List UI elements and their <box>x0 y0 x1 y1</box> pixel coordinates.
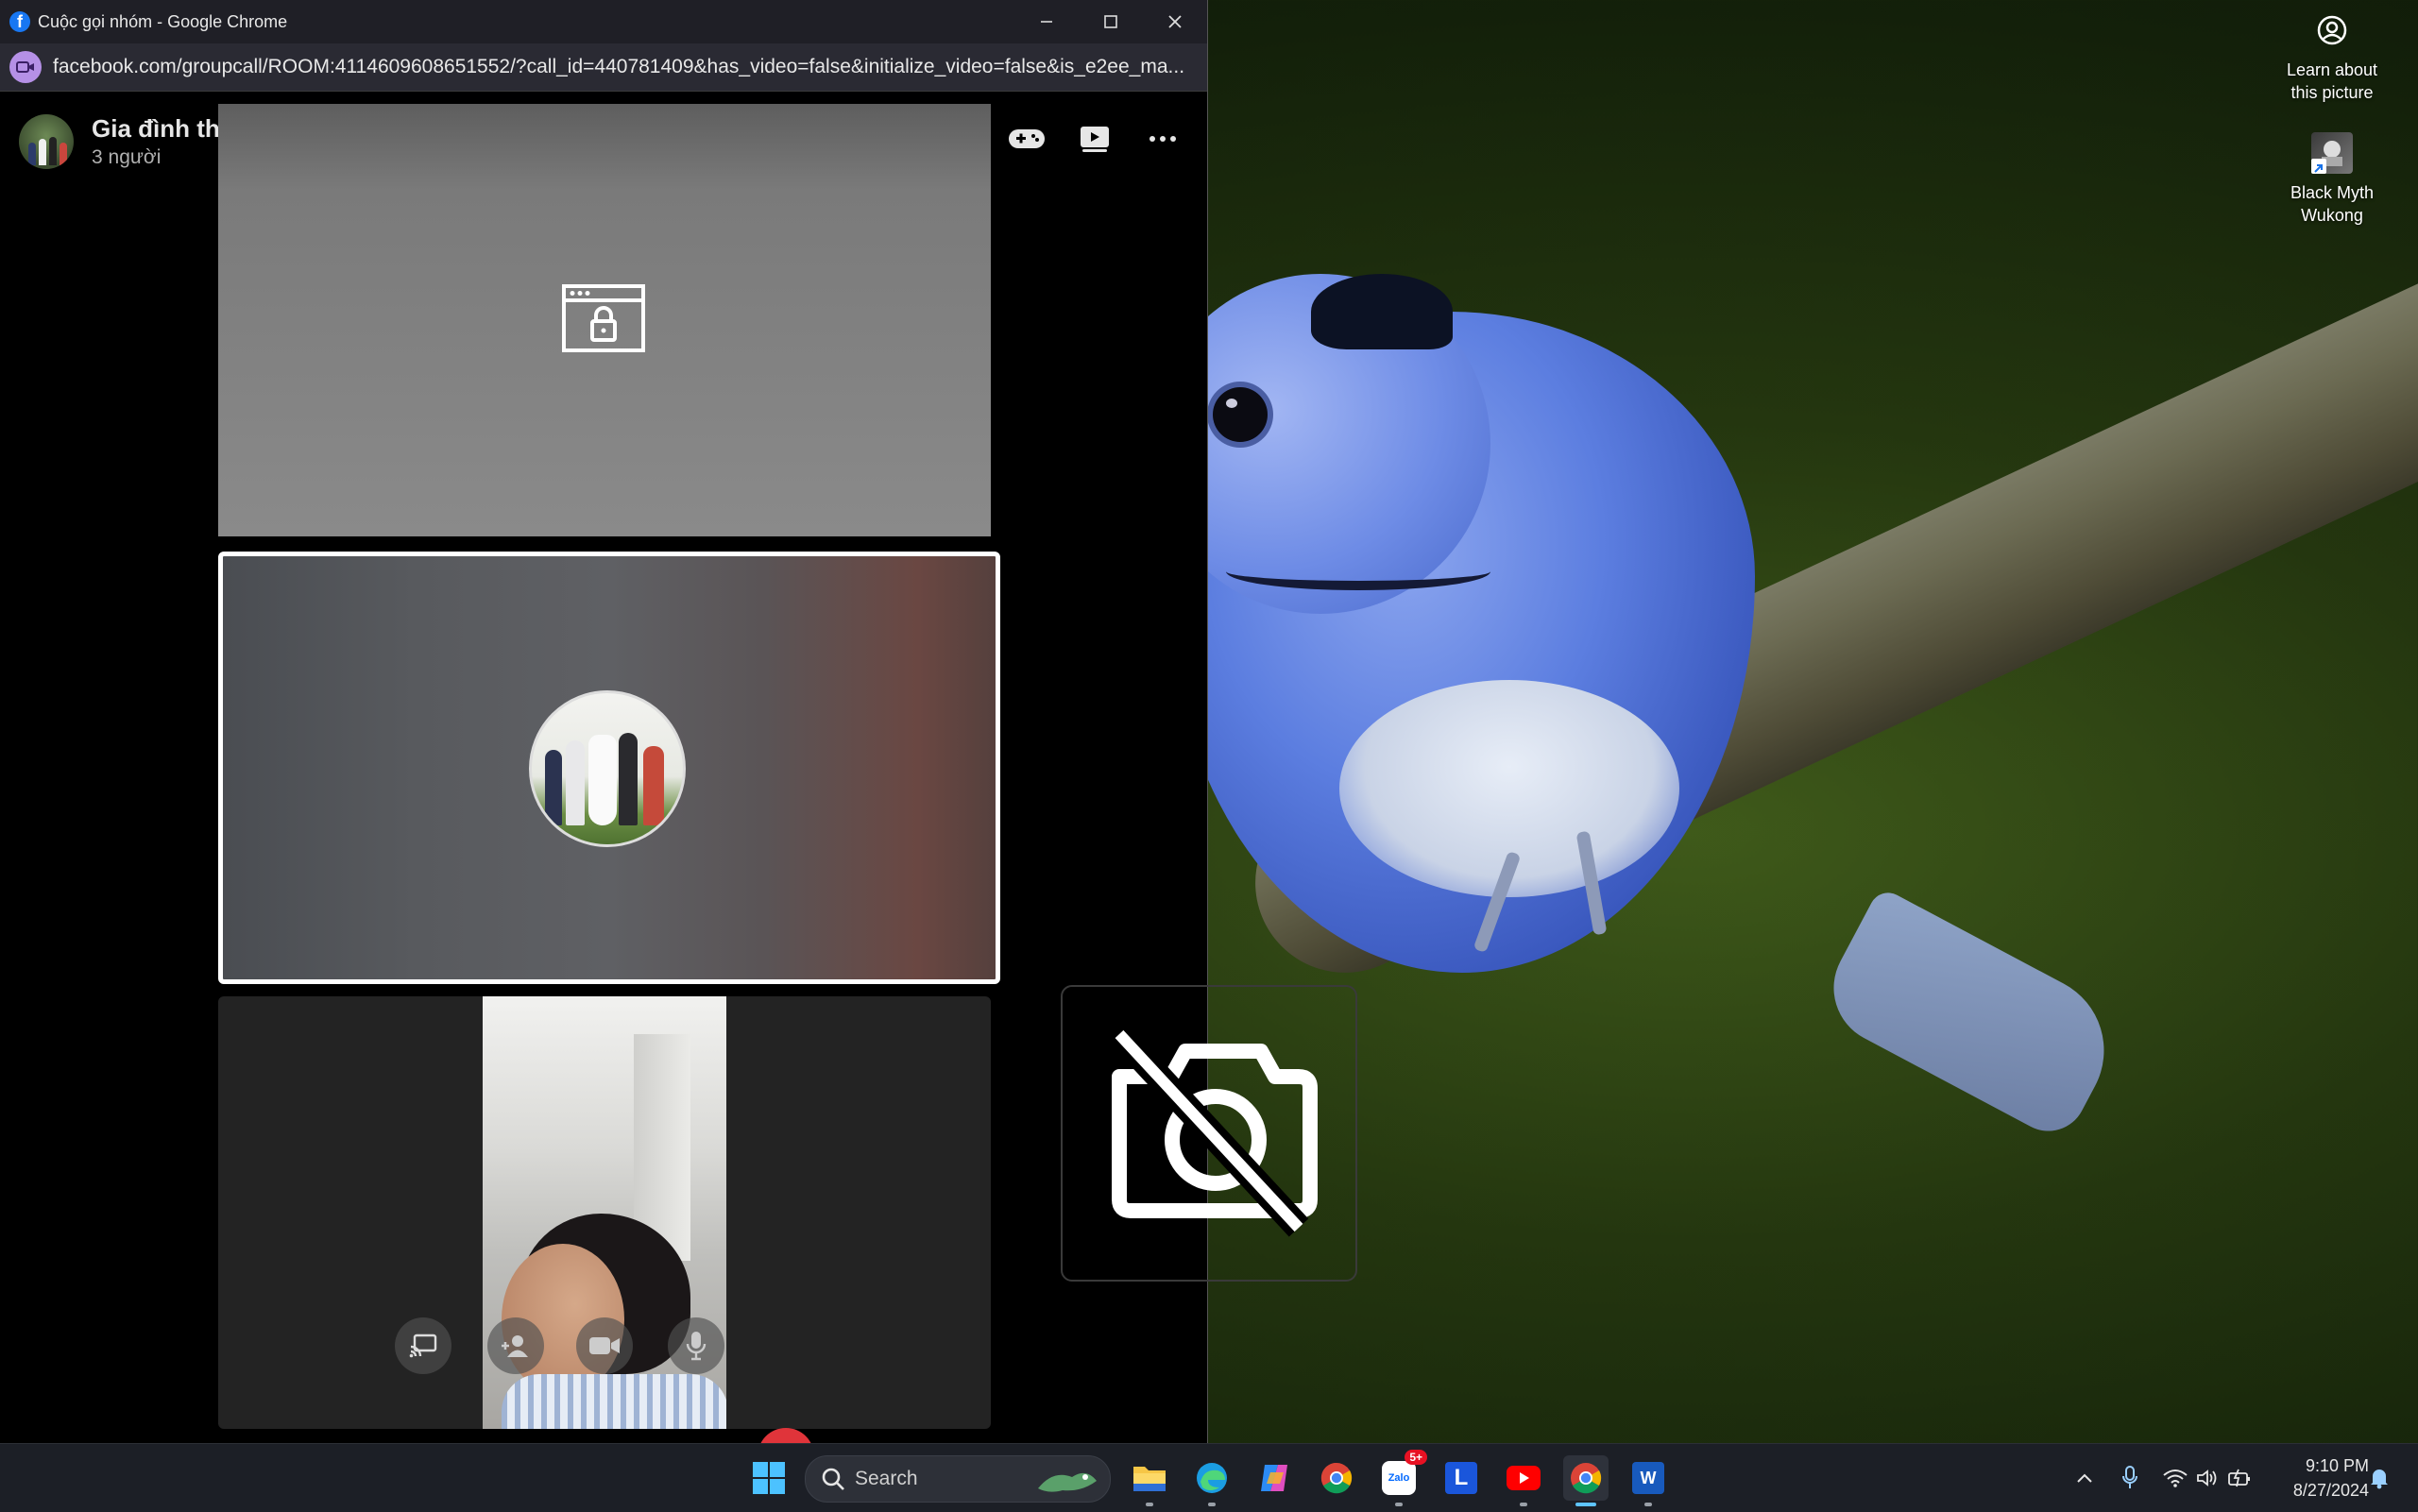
screen-share-icon <box>409 1334 437 1358</box>
edge-icon <box>1197 1463 1227 1493</box>
search-highlight-icon <box>1038 1472 1097 1492</box>
group-avatar[interactable] <box>19 114 74 169</box>
group-call-area: Gia đình thân yêu 🥰🥰 3 người <box>0 92 1207 1485</box>
chrome-window: f Cuộc gọi nhóm - Google Chrome facebook… <box>0 0 1208 1485</box>
participant-tile-active-speaker[interactable] <box>218 552 1000 984</box>
participant-avatar <box>529 690 686 847</box>
word-icon: W <box>1632 1462 1664 1494</box>
taskbar-clock[interactable]: 9:10 PM 8/27/2024 <box>2265 1453 2369 1503</box>
game-shortcut-icon <box>2311 132 2353 174</box>
wifi-icon <box>2163 1470 2188 1487</box>
search-label: Search <box>855 1468 918 1489</box>
youtube-icon <box>1507 1466 1541 1490</box>
chrome-icon <box>1571 1463 1602 1494</box>
clock-date: 8/27/2024 <box>2292 1481 2369 1500</box>
desktop-icon-label: Wukong <box>2301 206 2363 225</box>
search-icon <box>822 1468 844 1490</box>
camera-info-icon <box>2311 9 2353 51</box>
gamepad-icon <box>1009 129 1045 148</box>
close-window-button[interactable] <box>1143 0 1207 43</box>
facebook-logo-icon: f <box>9 11 30 32</box>
desktop-wallpaper <box>1207 0 2418 1443</box>
camera-off-overlay[interactable] <box>1061 985 1357 1282</box>
shortcut-arrow-icon <box>2311 159 2326 174</box>
add-person-icon <box>502 1335 528 1357</box>
notifications-button[interactable] <box>2363 1459 2395 1497</box>
wallpaper-bird-eye <box>1213 387 1268 442</box>
copilot-icon <box>1261 1465 1287 1491</box>
url-text[interactable]: facebook.com/groupcall/ROOM:411460960865… <box>53 56 1184 78</box>
share-screen-button[interactable] <box>395 1317 451 1374</box>
desktop-icon-black-myth-wukong[interactable]: Black Myth Wukong <box>2271 132 2393 227</box>
taskbar-zalo[interactable]: Zalo 5+ <box>1376 1450 1427 1506</box>
desktop-icon-learn-about-picture[interactable]: Learn about this picture <box>2271 9 2393 104</box>
browser-lock-icon <box>561 283 646 358</box>
taskbar-l-app[interactable]: L <box>1439 1455 1484 1501</box>
camera-toggle-button[interactable] <box>576 1317 633 1374</box>
speaker-icon <box>2197 1470 2217 1487</box>
l-app-icon: L <box>1445 1462 1477 1494</box>
close-icon <box>1168 15 1182 28</box>
window-title: Cuộc gọi nhóm - Google Chrome <box>38 11 288 31</box>
more-options-button[interactable] <box>1142 118 1183 160</box>
battery-charging-icon <box>2228 1469 2250 1487</box>
camera-permission-icon[interactable] <box>9 51 42 83</box>
chrome-icon <box>1320 1462 1353 1494</box>
desktop-icon-label: Learn about <box>2286 60 2378 79</box>
microphone-icon <box>2122 1466 2137 1488</box>
show-hidden-icons-button[interactable] <box>2069 1459 2101 1497</box>
desktop-icon-label: Black Myth <box>2290 183 2375 202</box>
watch-together-button[interactable] <box>1074 118 1115 160</box>
participant-count: 3 người <box>92 146 162 168</box>
taskbar-chrome-active[interactable] <box>1563 1455 1609 1506</box>
maximize-button[interactable] <box>1079 0 1143 43</box>
video-play-icon <box>1081 127 1109 152</box>
video-camera-icon <box>589 1337 620 1354</box>
address-bar[interactable]: facebook.com/groupcall/ROOM:411460960865… <box>0 43 1207 92</box>
microphone-toggle-button[interactable] <box>668 1317 724 1374</box>
microphone-icon <box>686 1332 707 1361</box>
minimize-button[interactable] <box>1014 0 1079 43</box>
start-button[interactable] <box>746 1455 792 1501</box>
taskbar-file-explorer[interactable] <box>1127 1455 1172 1506</box>
taskbar-chrome[interactable] <box>1314 1455 1359 1501</box>
taskbar-word[interactable]: W <box>1626 1455 1671 1506</box>
more-dots-icon <box>1149 136 1176 142</box>
microphone-in-use-indicator[interactable] <box>2114 1459 2146 1497</box>
window-titlebar[interactable]: f Cuộc gọi nhóm - Google Chrome <box>0 0 1207 43</box>
participant-tile-encrypted[interactable] <box>218 104 991 536</box>
camera-off-icon <box>1109 1025 1318 1237</box>
zalo-icon: Zalo <box>1382 1461 1416 1495</box>
taskbar-youtube[interactable] <box>1501 1455 1546 1506</box>
maximize-icon <box>1104 15 1117 28</box>
wallpaper-bird-tail <box>1814 886 2131 1145</box>
chevron-up-icon <box>2077 1473 2092 1483</box>
taskbar-search[interactable]: Search <box>805 1455 1111 1503</box>
bell-icon <box>2371 1470 2388 1489</box>
taskbar-edge[interactable] <box>1189 1455 1235 1506</box>
wallpaper-bird-crest <box>1311 274 1453 349</box>
volume-status[interactable] <box>2191 1459 2223 1497</box>
add-person-button[interactable] <box>487 1317 544 1374</box>
wifi-status[interactable] <box>2159 1459 2191 1497</box>
games-button[interactable] <box>1006 118 1047 160</box>
windows-start-icon <box>753 1462 785 1494</box>
zalo-notification-badge: 5+ <box>1405 1450 1427 1465</box>
desktop-icon-label: this picture <box>2290 83 2374 102</box>
folder-icon <box>1133 1467 1166 1491</box>
clock-time: 9:10 PM <box>2305 1456 2369 1475</box>
zalo-wordmark: Zalo <box>1388 1472 1410 1484</box>
taskbar-copilot[interactable] <box>1252 1455 1297 1501</box>
battery-status[interactable] <box>2223 1459 2256 1497</box>
minimize-icon <box>1041 21 1052 23</box>
taskbar: Search Zalo 5+ L W 9:10 PM 8/27/2024 <box>0 1443 2418 1512</box>
wallpaper-bird-collar <box>1226 552 1490 590</box>
